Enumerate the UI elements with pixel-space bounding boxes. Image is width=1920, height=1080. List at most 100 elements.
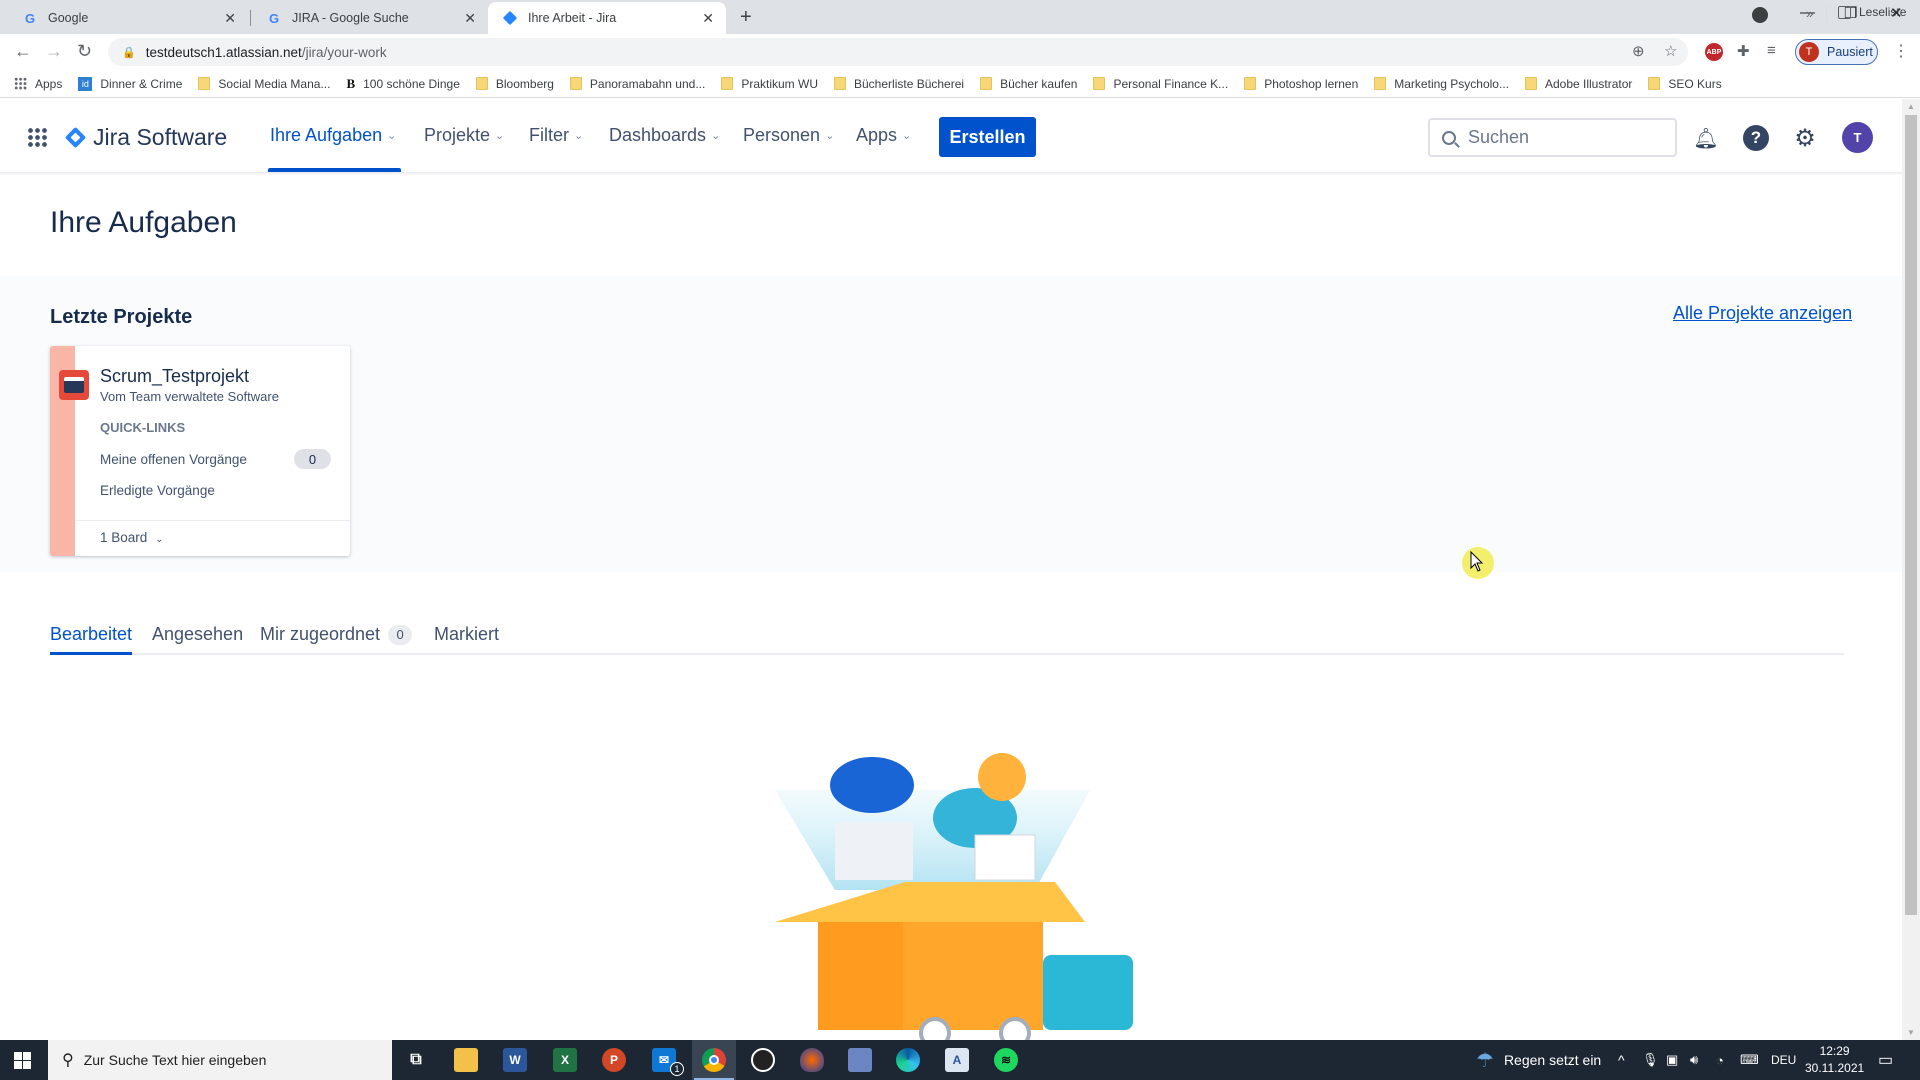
- close-tab-icon[interactable]: ✕: [224, 10, 236, 27]
- file-explorer-icon[interactable]: [454, 1048, 478, 1072]
- nav-ihre-aufgaben[interactable]: Ihre Aufgaben ⌄: [270, 125, 396, 146]
- chrome-icon[interactable]: [694, 1048, 734, 1080]
- bookmark-item[interactable]: Bücher kaufen: [980, 77, 1077, 91]
- nav-dashboards[interactable]: Dashboards ⌄: [609, 125, 720, 146]
- language-indicator[interactable]: DEU: [1771, 1040, 1796, 1080]
- browser-tab-google[interactable]: G Google ✕: [8, 2, 248, 34]
- browser-tab-ihre-arbeit[interactable]: Ihre Arbeit - Jira ✕: [488, 2, 726, 34]
- extensions-icon[interactable]: ✚: [1737, 42, 1750, 60]
- card-divider: [75, 520, 350, 521]
- truck-wheel: [999, 1017, 1031, 1040]
- paint-icon[interactable]: [848, 1048, 872, 1072]
- tab-angesehen[interactable]: Angesehen: [152, 624, 243, 645]
- wifi-icon[interactable]: ◔: [1716, 1040, 1724, 1080]
- volume-icon[interactable]: 🔊︎: [1690, 1040, 1698, 1080]
- nav-label: Filter: [529, 125, 569, 145]
- user-avatar[interactable]: T: [1842, 122, 1873, 153]
- keyboard-icon[interactable]: ⌨: [1740, 1040, 1759, 1080]
- new-tab-button[interactable]: +: [740, 6, 752, 29]
- notepad-icon[interactable]: A: [945, 1048, 969, 1072]
- bookmark-item[interactable]: Social Media Mana...: [198, 77, 330, 91]
- bookmark-item[interactable]: id Dinner & Crime: [78, 76, 183, 91]
- create-button[interactable]: Erstellen: [939, 117, 1036, 157]
- forward-icon[interactable]: →: [45, 41, 63, 62]
- system-clock[interactable]: 12:29 30.11.2021: [1805, 1043, 1864, 1077]
- search-input[interactable]: Suchen: [1428, 118, 1677, 157]
- project-name[interactable]: Scrum_Testprojekt: [100, 366, 249, 387]
- address-bar[interactable]: 🔒 testdeutsch1.atlassian.net/jira/your-w…: [108, 38, 1688, 66]
- reload-icon[interactable]: ↻: [77, 41, 92, 62]
- camera-icon[interactable]: ▣: [1666, 1040, 1678, 1080]
- spotify-icon[interactable]: ≋: [994, 1048, 1018, 1072]
- bookmark-item[interactable]: SEO Kurs: [1648, 76, 1722, 91]
- task-view-icon[interactable]: ⧉: [404, 1048, 428, 1072]
- bookmark-item[interactable]: Praktikum WU: [721, 77, 818, 91]
- all-projects-link[interactable]: Alle Projekte anzeigen: [1673, 303, 1852, 324]
- quick-link-done-issues[interactable]: Erledigte Vorgänge: [100, 483, 215, 498]
- scroll-down-icon[interactable]: ▼: [1907, 1028, 1915, 1037]
- umbrella-icon: ☂: [1476, 1049, 1494, 1072]
- taskbar-search-input[interactable]: ⚲ Zur Suche Text hier eingeben: [48, 1040, 392, 1080]
- project-card[interactable]: Scrum_Testprojekt Vom Team verwaltete So…: [50, 346, 350, 556]
- notifications-bell-icon[interactable]: 🔔︎: [1693, 125, 1719, 151]
- windows-start-icon[interactable]: [14, 1052, 31, 1069]
- bookmark-star-icon[interactable]: ☆: [1664, 42, 1677, 60]
- close-tab-icon[interactable]: ✕: [464, 10, 476, 27]
- excel-icon[interactable]: X: [553, 1048, 577, 1072]
- tab-markiert[interactable]: Markiert: [434, 624, 499, 645]
- browser-tab-jira-google-suche[interactable]: G JIRA - Google Suche ✕: [252, 2, 488, 34]
- quick-link-open-issues[interactable]: Meine offenen Vorgänge: [100, 452, 247, 467]
- tab-bearbeitet[interactable]: Bearbeitet: [50, 624, 132, 645]
- media-control-icon[interactable]: ≡: [1767, 42, 1776, 59]
- bookmark-item[interactable]: Adobe Illustrator: [1524, 77, 1632, 91]
- profile-button[interactable]: T Pausiert: [1795, 39, 1878, 65]
- obs-icon[interactable]: [751, 1048, 775, 1072]
- bookmark-item[interactable]: Bloomberg: [475, 77, 554, 91]
- back-icon[interactable]: ←: [14, 41, 32, 62]
- powerpoint-icon[interactable]: P: [602, 1048, 626, 1072]
- microphone-icon[interactable]: 🎙︎: [1642, 1040, 1659, 1080]
- help-icon[interactable]: ?: [1743, 125, 1769, 151]
- jira-logo[interactable]: Jira Software: [64, 124, 227, 151]
- bookmark-item[interactable]: Bücherliste Bücherei: [834, 77, 964, 91]
- bookmark-label: SEO Kurs: [1668, 76, 1722, 91]
- jira-icon: [502, 10, 518, 26]
- nav-label: Apps: [856, 125, 898, 145]
- bookmark-item[interactable]: Panoramabahn und...: [569, 77, 705, 91]
- bookmark-label: Dinner & Crime: [100, 76, 183, 91]
- nav-projekte[interactable]: Projekte ⌄: [424, 125, 504, 146]
- scroll-up-icon[interactable]: ▲: [1907, 102, 1915, 111]
- more-bookmarks-icon[interactable]: »: [1806, 6, 1813, 21]
- bookmark-item[interactable]: Apps: [14, 77, 62, 91]
- page-scrollbar[interactable]: ▲ ▼: [1902, 99, 1920, 1040]
- notifications-icon[interactable]: ▭: [1878, 1040, 1893, 1080]
- nav-apps[interactable]: Apps ⌄: [856, 125, 911, 146]
- nav-filter[interactable]: Filter ⌄: [529, 125, 583, 146]
- close-tab-icon[interactable]: ✕: [702, 10, 714, 27]
- weather-widget[interactable]: ☂ Regen setzt ein: [1476, 1040, 1601, 1080]
- edge-icon[interactable]: [896, 1048, 920, 1072]
- reading-list-label: Leseliste: [1859, 5, 1907, 19]
- reading-list-button[interactable]: Leseliste: [1838, 5, 1906, 19]
- bookmark-item[interactable]: B 100 schöne Dinge: [346, 76, 459, 92]
- tab-mir-zugeordnet[interactable]: Mir zugeordnet 0: [260, 624, 413, 645]
- nav-personen[interactable]: Personen ⌄: [743, 125, 834, 146]
- bookmark-item[interactable]: Marketing Psycholo...: [1374, 77, 1509, 91]
- url-path: /jira/your-work: [301, 44, 387, 60]
- bookmark-item[interactable]: Photoshop lernen: [1244, 77, 1358, 91]
- boards-dropdown[interactable]: 1 Board ⌄: [100, 530, 163, 545]
- adblock-icon[interactable]: ABP: [1705, 43, 1723, 61]
- app-switcher-icon[interactable]: [27, 127, 47, 147]
- profile-avatar: T: [1799, 42, 1819, 62]
- settings-gear-icon[interactable]: ⚙: [1792, 125, 1818, 152]
- scrollbar-thumb[interactable]: [1905, 115, 1917, 915]
- browser-menu-icon[interactable]: ⋮: [1893, 41, 1909, 61]
- flame-app-icon[interactable]: [800, 1048, 824, 1072]
- work-tabs: Bearbeitet Angesehen Mir zugeordnet 0 Ma…: [50, 622, 1844, 655]
- tray-overflow-icon[interactable]: ^: [1618, 1040, 1625, 1080]
- word-icon[interactable]: W: [503, 1048, 527, 1072]
- jira-diamond-icon: [64, 126, 87, 149]
- zoom-icon[interactable]: ⊕: [1632, 42, 1645, 60]
- bookmark-item[interactable]: Personal Finance K...: [1093, 77, 1228, 91]
- tab-search-icon[interactable]: [1752, 7, 1768, 23]
